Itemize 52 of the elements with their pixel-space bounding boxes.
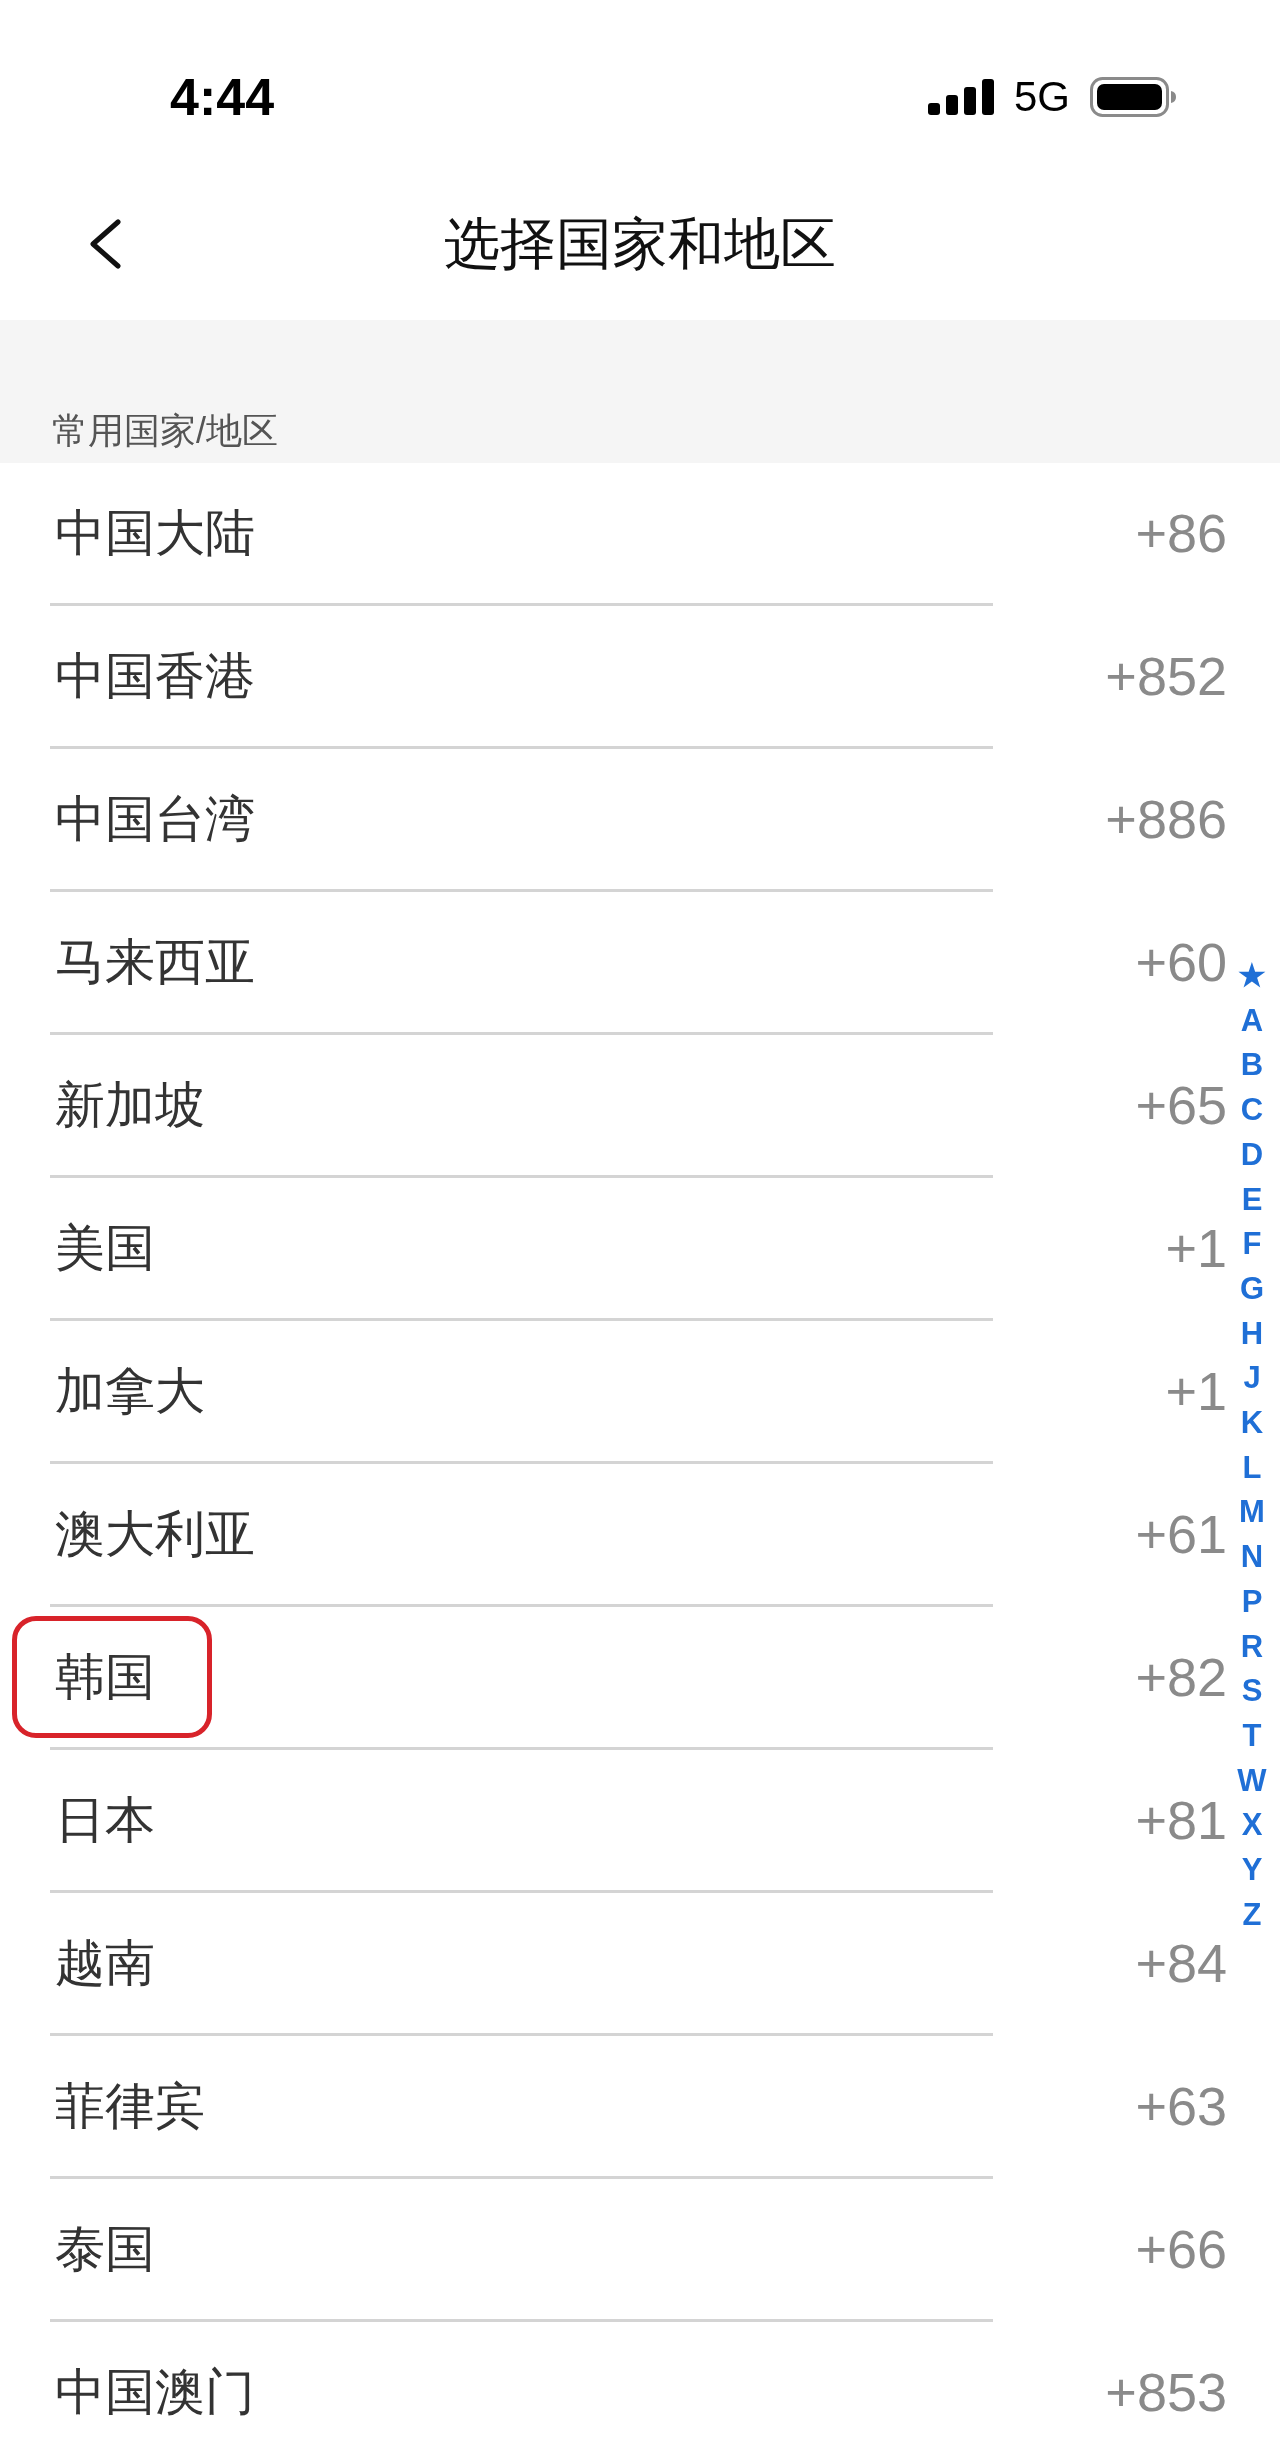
index-letter[interactable]: M — [1239, 1490, 1265, 1536]
index-letter[interactable]: Z — [1242, 1892, 1262, 1938]
battery-icon — [1090, 77, 1176, 117]
country-name: 中国香港 — [55, 650, 255, 702]
dialing-code: +1 — [1165, 1363, 1227, 1419]
country-name: 泰国 — [55, 2223, 155, 2275]
country-name: 中国澳门 — [55, 2366, 255, 2418]
index-letter[interactable]: D — [1240, 1132, 1264, 1178]
status-time: 4:44 — [170, 71, 275, 123]
index-letter[interactable]: C — [1240, 1088, 1264, 1133]
index-letter[interactable]: F — [1242, 1222, 1262, 1267]
country-name: 菲律宾 — [55, 2080, 205, 2132]
index-letter[interactable]: R — [1240, 1624, 1264, 1670]
dialing-code: +86 — [1135, 505, 1227, 561]
index-letter[interactable]: J — [1243, 1356, 1261, 1402]
index-letter[interactable]: ★ — [1238, 954, 1266, 999]
index-letter[interactable]: B — [1240, 1043, 1264, 1089]
dialing-code: +82 — [1135, 1649, 1227, 1705]
dialing-code: +66 — [1135, 2221, 1227, 2277]
dialing-code: +63 — [1135, 2078, 1227, 2134]
page-title: 选择国家和地区 — [444, 214, 836, 274]
country-name: 中国大陆 — [55, 507, 255, 559]
back-chevron-icon — [88, 219, 122, 269]
dialing-code: +886 — [1105, 791, 1227, 847]
section-label: 常用国家/地区 — [52, 409, 278, 453]
index-letter[interactable]: Y — [1241, 1848, 1263, 1893]
index-letter[interactable]: N — [1240, 1535, 1264, 1580]
dialing-code: +853 — [1105, 2364, 1227, 2420]
index-letter[interactable]: G — [1239, 1266, 1265, 1312]
country-name: 韩国 — [55, 1651, 155, 1703]
country-name: 澳大利亚 — [55, 1508, 255, 1560]
dialing-code: +60 — [1135, 934, 1227, 990]
index-letter[interactable]: S — [1241, 1669, 1263, 1714]
index-letter[interactable]: K — [1240, 1401, 1264, 1446]
country-name: 日本 — [55, 1794, 155, 1846]
signal-icon — [927, 79, 994, 115]
dialing-code: +84 — [1135, 1935, 1227, 1991]
dialing-code: +1 — [1165, 1220, 1227, 1276]
dialing-code: +61 — [1135, 1506, 1227, 1562]
index-letter[interactable]: E — [1241, 1177, 1263, 1223]
network-label: 5G — [1013, 76, 1070, 118]
country-name: 中国台湾 — [55, 793, 255, 845]
dialing-code: +65 — [1135, 1077, 1227, 1133]
country-name: 新加坡 — [55, 1079, 205, 1131]
country-name: 马来西亚 — [55, 936, 255, 988]
index-letter[interactable]: W — [1237, 1758, 1267, 1804]
country-name: 美国 — [55, 1222, 155, 1274]
dialing-code: +81 — [1135, 1792, 1227, 1848]
index-letter[interactable]: X — [1241, 1803, 1263, 1849]
dialing-code: +852 — [1105, 648, 1227, 704]
country-name: 越南 — [55, 1937, 155, 1989]
country-name: 加拿大 — [55, 1365, 205, 1417]
